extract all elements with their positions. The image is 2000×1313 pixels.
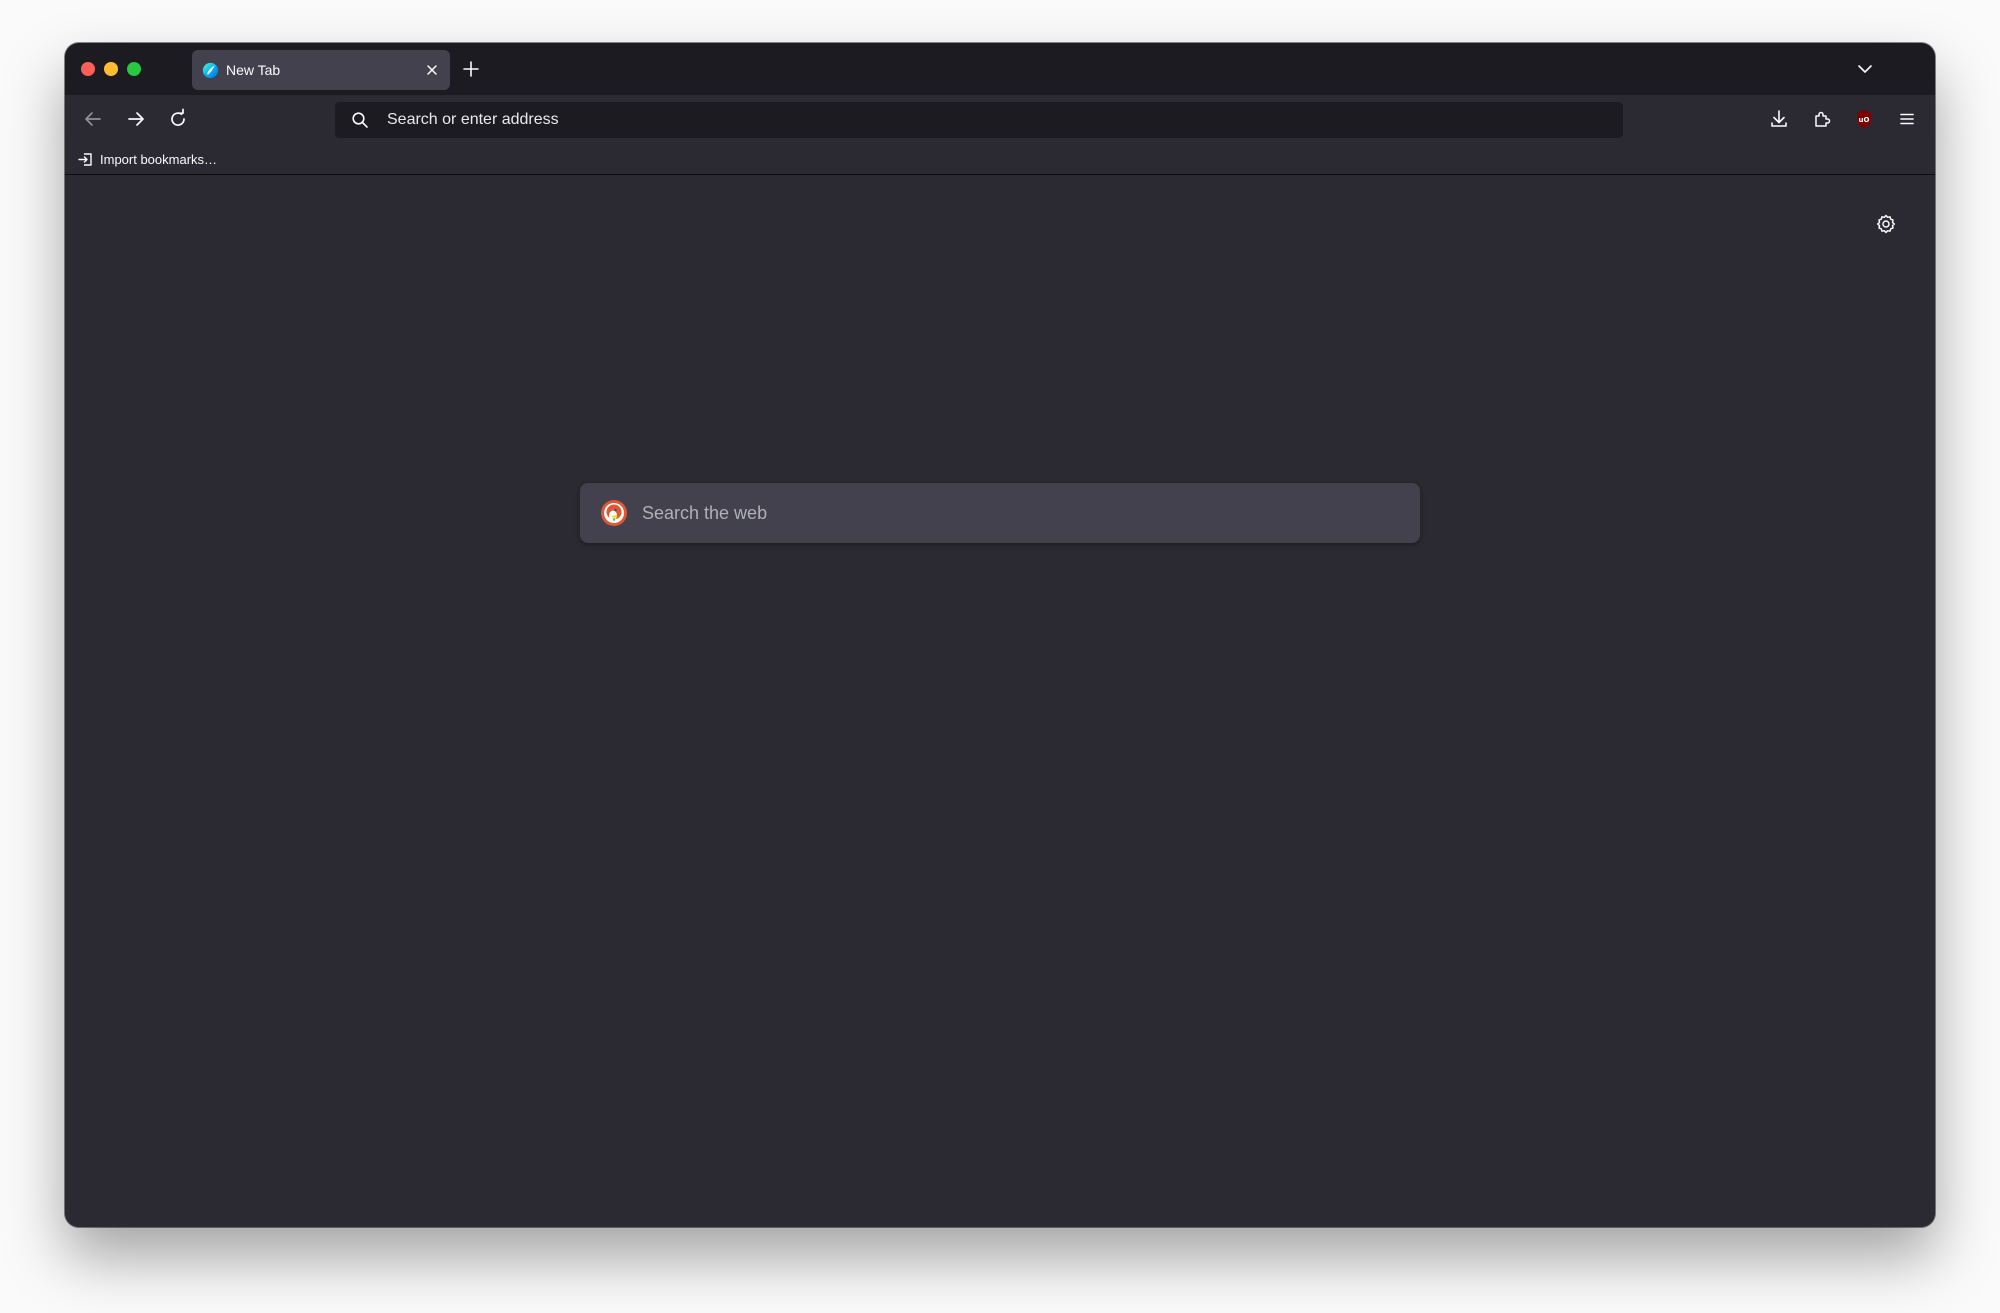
duckduckgo-icon (600, 499, 628, 527)
hamburger-menu-icon[interactable] (1893, 105, 1921, 133)
arrow-right-icon[interactable] (122, 105, 150, 133)
bookmark-import-bookmarks[interactable]: Import bookmarks… (77, 149, 217, 169)
bookmarks-toolbar: Import bookmarks… (65, 143, 1935, 175)
window-close-button[interactable] (81, 62, 95, 76)
desktop: New Tab Search or enter address uO Impor… (0, 0, 2000, 1313)
address-input[interactable] (387, 102, 1587, 138)
browser-window: New Tab Search or enter address uO Impor… (65, 43, 1935, 1227)
chevron-down-icon[interactable] (1853, 57, 1877, 81)
close-icon[interactable] (422, 60, 442, 80)
window-minimize-button[interactable] (104, 62, 118, 76)
import-icon (78, 152, 92, 166)
puzzle-icon[interactable] (1808, 105, 1836, 133)
gear-icon[interactable] (1874, 212, 1898, 236)
new-tab-page (65, 175, 1935, 1227)
address-bar[interactable] (335, 102, 1623, 138)
tab-title: New Tab (226, 62, 281, 78)
reload-icon[interactable] (164, 105, 192, 133)
search-input[interactable] (642, 483, 1382, 543)
navigation-toolbar: uO (65, 95, 1935, 143)
firefox-icon (202, 62, 219, 79)
web-search-box[interactable] (580, 483, 1420, 543)
download-icon[interactable] (1765, 105, 1793, 133)
bookmark-label: Import bookmarks… (100, 151, 218, 167)
tab-new-tab[interactable]: New Tab (192, 50, 450, 90)
svg-text:uO: uO (1859, 116, 1870, 124)
ublock-origin-icon[interactable]: uO (1850, 105, 1878, 133)
search-icon (351, 111, 369, 129)
plus-icon[interactable] (459, 57, 483, 81)
window-zoom-button[interactable] (127, 62, 141, 76)
arrow-left-icon[interactable] (79, 105, 107, 133)
tab-strip: New Tab (65, 43, 1935, 95)
